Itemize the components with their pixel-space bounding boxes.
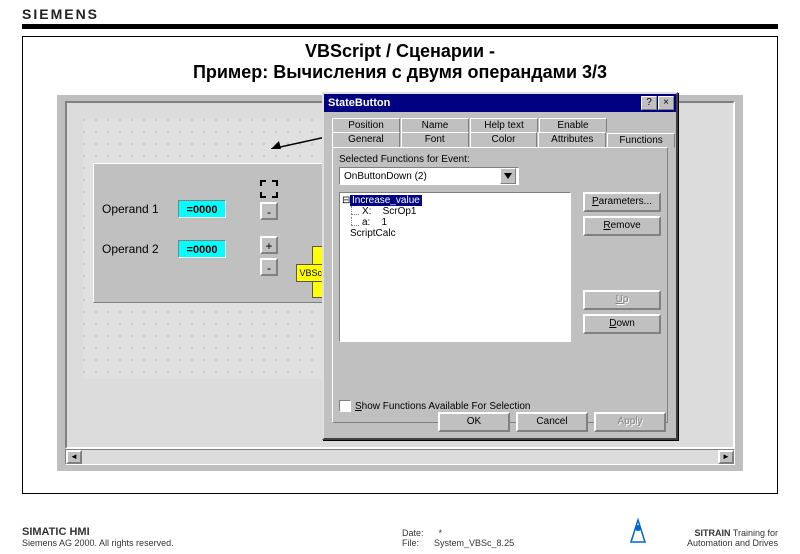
tab-color[interactable]: Color [470,132,538,147]
dialog-title: StateButton [328,97,390,109]
brand-logo: SIEMENS [22,6,99,22]
checkbox-icon[interactable] [339,400,351,412]
show-available-checkbox-row[interactable]: Show Functions Available For Selection [339,400,530,412]
event-dropdown[interactable]: OnButtonDown (2) [339,167,519,185]
list-param-a: a: 1 [344,217,566,228]
close-icon[interactable]: × [658,96,674,110]
remove-button[interactable]: Remove [583,216,661,236]
footer-date-label: Date: [402,528,424,538]
cancel-button[interactable]: Cancel [516,412,588,432]
operand1-minus-button[interactable]: - [260,202,278,220]
scroll-right-button[interactable]: ► [718,450,734,464]
operand1-value[interactable]: =0000 [178,200,226,218]
footer-product: SIMATIC HMI [22,526,174,538]
ok-button[interactable]: OK [438,412,510,432]
operands-panel: Operand 1 =0000 Operand 2 =0000 - + - [93,163,353,303]
dialog-titlebar[interactable]: StateButton ? × [324,94,676,112]
tab-enable[interactable]: Enable [539,118,607,132]
footer-copyright: Siemens AG 2000. All rights reserved. [22,538,174,548]
footer-right2: Automation and Drives [687,538,778,548]
horizontal-scrollbar[interactable]: ◄ ► [65,449,735,465]
header-divider [22,24,778,29]
tab-row-1: Position Name Help text Enable [332,118,676,132]
chevron-down-icon[interactable] [500,168,516,184]
dialog-button-row: OK Cancel Apply [438,412,666,432]
down-button[interactable]: Down [583,314,661,334]
checkbox-label: Show Functions Available For Selection [355,401,530,412]
selected-plus-button[interactable] [260,180,278,198]
tab-attributes[interactable]: Attributes [538,132,606,147]
tab-font[interactable]: Font [401,132,469,147]
list-param-x: X: ScrOp1 [344,206,566,217]
tab-helptext[interactable]: Help text [470,118,538,132]
operand2-plus-button[interactable]: + [260,236,278,254]
event-field-label: Selected Functions for Event: [339,154,661,165]
sitrain-logo-icon [628,518,648,544]
list-item-increase-value[interactable]: Increase_value [350,195,422,206]
operand2-label: Operand 2 [102,242,172,256]
scroll-left-button[interactable]: ◄ [66,450,82,464]
functions-tab-panel: Selected Functions for Event: OnButtonDo… [332,147,668,423]
slide-title-1: VBScript / Сценарии - [23,41,777,62]
footer-right1-rest: Training for [733,528,778,538]
state-button-dialog: StateButton ? × Position Name Help text … [322,92,678,440]
slide-title-2: Пример: Вычисления с двумя операндами 3/… [23,62,777,83]
footer-file-label: File: [402,538,419,548]
tab-general[interactable]: General [332,132,400,147]
operand2-value[interactable]: =0000 [178,240,226,258]
apply-button[interactable]: Apply [594,412,666,432]
footer-sitrain: SITRAIN [694,528,730,538]
event-dropdown-value: OnButtonDown (2) [344,171,427,182]
tab-row-2: General Font Color Attributes Functions [332,132,676,147]
footer-file-value: System_VBSc_8.25 [434,538,514,548]
up-button[interactable]: Up [583,290,661,310]
help-icon[interactable]: ? [641,96,657,110]
tab-name[interactable]: Name [401,118,469,132]
functions-listbox[interactable]: ⊟ Increase_value X: ScrOp1 a: 1 ScriptCa… [339,192,571,342]
operand1-label: Operand 1 [102,202,172,216]
tab-functions[interactable]: Functions [607,133,675,148]
parameters-button[interactable]: Parameters... [583,192,661,212]
list-item-scriptcalc[interactable]: ScriptCalc [344,228,566,239]
footer-date-value: * [439,528,443,538]
operand2-minus-button[interactable]: - [260,258,278,276]
tab-position[interactable]: Position [332,118,400,132]
